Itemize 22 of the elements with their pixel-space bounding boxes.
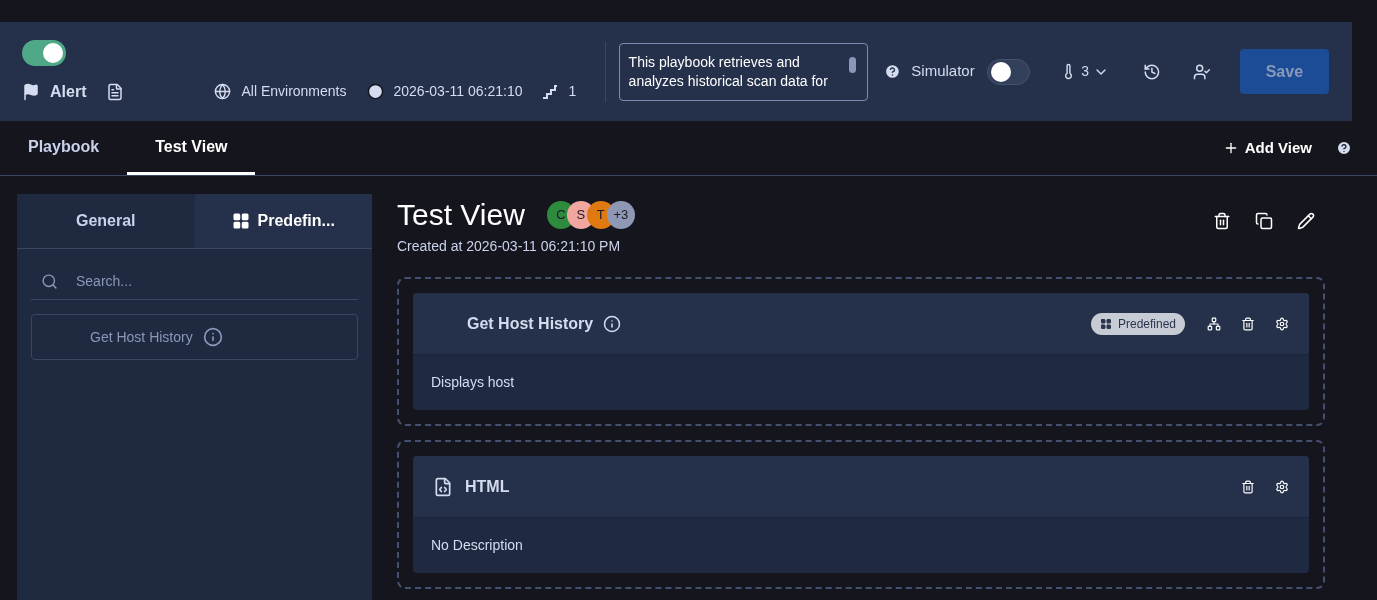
environment-label: All Environments: [241, 82, 347, 101]
created-date: Created at 2026-03-11 06:21:10 PM: [397, 237, 622, 256]
view-tab[interactable]: Test View: [127, 121, 256, 175]
simulator-label: Simulator: [911, 61, 975, 82]
predefined-badge: Predefined: [1090, 312, 1185, 335]
playbook-type: Alert: [50, 81, 87, 102]
priority-dropdown[interactable]: 3: [1060, 61, 1110, 82]
widget-title: Get Host History: [467, 313, 594, 334]
widget-list-item[interactable]: Get Host History: [31, 314, 358, 360]
widget-title: HTML: [465, 476, 510, 497]
widget-description: Displays host: [431, 373, 515, 392]
widget-description: No Description: [431, 536, 523, 555]
sidebar-tab[interactable]: General: [17, 194, 195, 248]
steps-label: 1: [568, 82, 577, 101]
description-field[interactable]: This playbook retrieves and analyzes historical scan data for: [618, 42, 869, 101]
add-view-button[interactable]: Add View: [1222, 121, 1312, 175]
search-field[interactable]: Search...: [76, 270, 326, 292]
view-title: Test View: [397, 197, 525, 233]
user-avatar: +3: [606, 201, 635, 229]
time-label: 2026-03-11 06:21:10: [393, 82, 523, 101]
sidebar-tab[interactable]: Predefin...: [194, 194, 372, 248]
view-tab[interactable]: Playbook: [0, 121, 128, 175]
